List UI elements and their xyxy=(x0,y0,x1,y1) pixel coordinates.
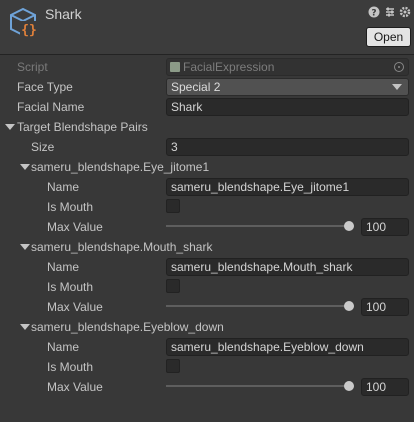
target-pairs-foldout[interactable]: Target Blendshape Pairs xyxy=(17,120,148,134)
max-value-slider-track[interactable] xyxy=(166,305,354,307)
max-value-slider-track[interactable] xyxy=(166,385,354,387)
preset-icon[interactable] xyxy=(384,6,396,18)
face-type-label: Face Type xyxy=(17,80,73,94)
name-label: Name xyxy=(47,180,80,194)
open-button[interactable]: Open xyxy=(366,27,411,47)
svg-text:?: ? xyxy=(371,9,376,19)
help-icon[interactable]: ? xyxy=(368,6,380,19)
face-type-value: Special 2 xyxy=(171,80,221,94)
max-value-input[interactable]: 100 xyxy=(361,298,409,316)
max-value-label: Max Value xyxy=(47,380,103,394)
foldout-arrow-icon[interactable] xyxy=(20,324,30,330)
foldout-arrow-icon[interactable] xyxy=(20,244,30,250)
is-mouth-checkbox[interactable] xyxy=(166,199,180,213)
header-divider xyxy=(0,54,414,55)
facial-name-label: Facial Name xyxy=(17,100,85,114)
facial-name-input[interactable]: Shark xyxy=(166,98,409,116)
is-mouth-label: Is Mouth xyxy=(47,360,94,374)
is-mouth-label: Is Mouth xyxy=(47,200,94,214)
max-value-slider-thumb[interactable] xyxy=(344,381,354,391)
script-field: FacialExpression xyxy=(166,58,409,76)
face-type-dropdown[interactable]: Special 2 xyxy=(166,78,409,96)
foldout-arrow-icon[interactable] xyxy=(20,164,30,170)
foldout-arrow-icon[interactable] xyxy=(5,124,15,130)
max-value-slider-thumb[interactable] xyxy=(344,301,354,311)
max-value-label: Max Value xyxy=(47,220,103,234)
chevron-down-icon xyxy=(392,84,402,90)
name-input[interactable]: sameru_blendshape.Mouth_shark xyxy=(166,258,409,276)
max-value-slider-thumb[interactable] xyxy=(344,221,354,231)
script-asset-icon xyxy=(170,62,180,72)
size-input[interactable]: 3 xyxy=(166,138,409,156)
component-title: Shark xyxy=(45,6,82,22)
name-input[interactable]: sameru_blendshape.Eye_jitome1 xyxy=(166,178,409,196)
max-value-label: Max Value xyxy=(47,300,103,314)
pair-foldout[interactable]: sameru_blendshape.Eye_jitome1 xyxy=(31,160,209,174)
object-picker-icon xyxy=(394,62,404,72)
name-input[interactable]: sameru_blendshape.Eyeblow_down xyxy=(166,338,409,356)
svg-text:{}: {} xyxy=(21,23,37,38)
is-mouth-checkbox[interactable] xyxy=(166,359,180,373)
max-value-input[interactable]: 100 xyxy=(361,218,409,236)
size-label: Size xyxy=(31,140,55,154)
max-value-input[interactable]: 100 xyxy=(361,378,409,396)
name-label: Name xyxy=(47,340,80,354)
name-label: Name xyxy=(47,260,80,274)
script-file-icon: {} xyxy=(10,7,38,38)
pair-foldout[interactable]: sameru_blendshape.Eyeblow_down xyxy=(31,320,224,334)
script-value: FacialExpression xyxy=(183,60,275,74)
pair-foldout[interactable]: sameru_blendshape.Mouth_shark xyxy=(31,240,212,254)
max-value-slider-track[interactable] xyxy=(166,225,354,227)
is-mouth-label: Is Mouth xyxy=(47,280,94,294)
settings-icon[interactable] xyxy=(399,6,411,18)
is-mouth-checkbox[interactable] xyxy=(166,279,180,293)
script-label: Script xyxy=(17,60,48,74)
